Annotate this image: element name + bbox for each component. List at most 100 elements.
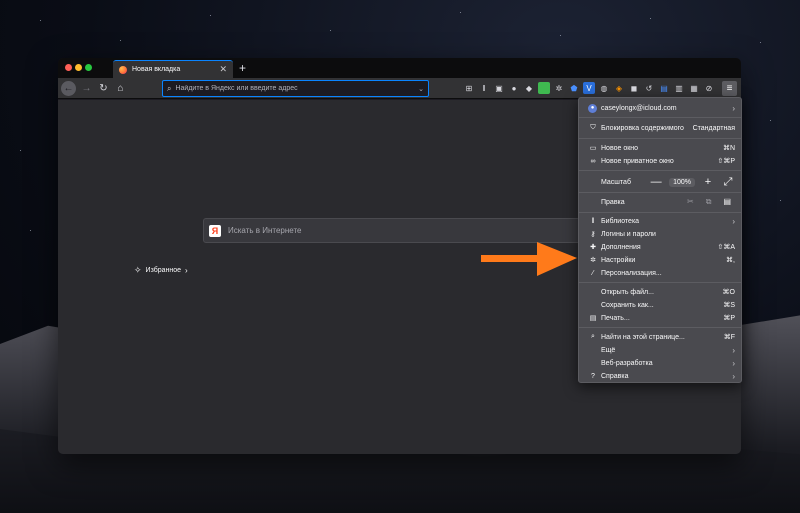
paintbrush-icon: ⁄ bbox=[592, 269, 594, 277]
extension-screen-icon[interactable]: ▦ bbox=[688, 82, 700, 94]
menu-divider bbox=[579, 192, 741, 193]
reload-icon[interactable]: ↻ bbox=[96, 81, 111, 96]
url-input[interactable] bbox=[175, 85, 419, 92]
orange-pointer-arrow-icon bbox=[481, 242, 577, 276]
extension-circle-icon[interactable]: ◍ bbox=[598, 82, 610, 94]
menu-item-customize[interactable]: ⁄ Персонализация... bbox=[579, 267, 741, 279]
account-icon[interactable]: ● bbox=[508, 82, 520, 94]
menu-divider bbox=[579, 170, 741, 171]
menu-divider bbox=[579, 138, 741, 139]
library-icon[interactable]: ‖ bbox=[478, 82, 490, 94]
extension-orange-icon[interactable]: ◈ bbox=[613, 82, 625, 94]
menu-item-save-page[interactable]: · Сохранить как... ⌘S bbox=[579, 299, 741, 311]
extension-refresh-icon[interactable]: ↺ bbox=[643, 82, 655, 94]
menu-item-label: Персонализация... bbox=[601, 269, 662, 277]
back-icon[interactable]: ← bbox=[61, 81, 76, 96]
window-icon: ▭ bbox=[589, 145, 597, 152]
favorites-section[interactable]: ✧ Избранное › bbox=[134, 265, 188, 276]
extension-tab-icon[interactable]: ▥ bbox=[673, 82, 685, 94]
chevron-right-icon: › bbox=[732, 371, 735, 381]
extension-shield-icon[interactable]: ⬟ bbox=[568, 82, 580, 94]
close-window-button[interactable] bbox=[65, 64, 72, 71]
menu-item-help[interactable]: ? Справка › bbox=[579, 370, 741, 382]
menu-divider bbox=[579, 212, 741, 213]
chevron-right-icon: › bbox=[185, 266, 188, 275]
new-tab-button[interactable]: + bbox=[239, 60, 246, 76]
blocking-level: Стандартная bbox=[692, 124, 735, 132]
sparkle-icon: ✧ bbox=[134, 265, 142, 275]
chevron-right-icon: › bbox=[732, 216, 735, 226]
menu-item-label: Справка bbox=[601, 372, 629, 380]
menu-item-label: Найти на этой странице... bbox=[601, 333, 685, 341]
menu-item-label: Печать... bbox=[601, 314, 630, 322]
address-bar[interactable]: ⌕ ⌄ bbox=[162, 80, 429, 97]
menu-item-edit: · Правка ✂ ⧉ ▤ bbox=[579, 195, 741, 209]
menu-item-label: Правка bbox=[601, 198, 625, 206]
shortcut: ⇧⌘A bbox=[717, 244, 735, 251]
menu-item-print[interactable]: ▤ Печать... ⌘P bbox=[579, 312, 741, 324]
toolbar-extensions: ⊞ ‖ ▣ ● ◆ ✲ ⬟ V ◍ ◈ ◼ ↺ ▤ ▥ ▦ ⊘ bbox=[463, 82, 715, 94]
minimize-window-button[interactable] bbox=[75, 64, 82, 71]
menu-item-preferences[interactable]: ✲ Настройки ⌘, bbox=[579, 254, 741, 266]
menu-item-label: Масштаб bbox=[601, 178, 631, 186]
account-avatar-icon: ● bbox=[588, 103, 597, 113]
yandex-logo-icon: Я bbox=[209, 224, 221, 237]
cut-icon[interactable]: ✂ bbox=[687, 197, 694, 207]
menu-item-web-developer[interactable]: · Веб-разработка › bbox=[579, 357, 741, 369]
chevron-right-icon: › bbox=[732, 345, 735, 355]
extension-blue-icon[interactable]: ▤ bbox=[658, 82, 670, 94]
menu-item-label: Блокировка содержимого bbox=[601, 124, 684, 132]
menu-item-open-file[interactable]: · Открыть файл... ⌘O bbox=[579, 286, 741, 298]
tab-bar: Новая вкладка ✕ + bbox=[58, 58, 741, 78]
chevron-down-icon[interactable]: ⌄ bbox=[418, 85, 424, 93]
search-icon: ⌕ bbox=[591, 333, 595, 340]
menu-item-label: Настройки bbox=[601, 256, 636, 264]
extension-dark-icon[interactable]: ◼ bbox=[628, 82, 640, 94]
tab-title: Новая вкладка bbox=[132, 66, 181, 73]
menu-item-new-window[interactable]: ▭ Новое окно ⌘N bbox=[579, 142, 741, 154]
extension-green-icon[interactable] bbox=[538, 82, 550, 94]
sidebar-icon[interactable]: ▣ bbox=[493, 82, 505, 94]
home-icon[interactable]: ⌂ bbox=[113, 81, 128, 96]
menu-item-logins[interactable]: ⚷ Логины и пароли bbox=[579, 228, 741, 240]
menu-item-content-blocking[interactable]: ⛉ Блокировка содержимого Стандартная bbox=[579, 122, 741, 134]
menu-item-label: Новое окно bbox=[601, 144, 639, 152]
search-icon: ⌕ bbox=[167, 83, 172, 93]
hamburger-menu-icon[interactable]: ≡ bbox=[722, 81, 737, 96]
close-tab-icon[interactable]: ✕ bbox=[219, 65, 227, 74]
menu-item-private-window[interactable]: ∞ Новое приватное окно ⇧⌘P bbox=[579, 155, 741, 167]
shortcut: ⌘F bbox=[723, 334, 735, 341]
zoom-window-button[interactable] bbox=[85, 64, 92, 71]
extension-ublock-icon[interactable]: ◆ bbox=[523, 82, 535, 94]
gear-icon: ✲ bbox=[590, 257, 596, 264]
account-email: caseylongx@icloud.com bbox=[601, 104, 677, 112]
paste-icon[interactable]: ▤ bbox=[723, 197, 731, 207]
history-sidebar-icon[interactable]: ⊞ bbox=[463, 82, 475, 94]
extension-gear-icon[interactable]: ✲ bbox=[553, 82, 565, 94]
fullscreen-icon[interactable]: ⤢ bbox=[721, 176, 735, 189]
shortcut: ⌘S bbox=[723, 302, 735, 309]
navigation-toolbar: ← → ↻ ⌂ ⌕ ⌄ ⊞ ‖ ▣ ● ◆ ✲ ⬟ V ◍ ◈ ◼ ↺ ▤ ▥ … bbox=[58, 78, 741, 99]
menu-item-zoom: · Масштаб — 100% + ⤢ bbox=[579, 175, 741, 189]
menu-item-addons[interactable]: ✚ Дополнения ⇧⌘A bbox=[579, 241, 741, 253]
menu-item-find[interactable]: ⌕ Найти на этой странице... ⌘F bbox=[579, 331, 741, 343]
tab-new-tab[interactable]: Новая вкладка ✕ bbox=[113, 60, 233, 78]
menu-divider bbox=[579, 282, 741, 283]
menu-divider bbox=[579, 117, 741, 118]
shortcut: ⌘N bbox=[722, 145, 735, 152]
zoom-reset-button[interactable]: 100% bbox=[669, 177, 695, 187]
menu-item-label: Открыть файл... bbox=[601, 288, 654, 296]
menu-item-more[interactable]: · Ещё › bbox=[579, 344, 741, 356]
extension-red-circle-icon[interactable]: ⊘ bbox=[703, 82, 715, 94]
menu-item-account[interactable]: ● caseylongx@icloud.com › bbox=[579, 102, 741, 114]
menu-item-library[interactable]: ‖ Библиотека › bbox=[579, 215, 741, 227]
menu-item-label: Сохранить как... bbox=[601, 301, 654, 309]
web-search-input[interactable] bbox=[228, 226, 587, 235]
copy-icon[interactable]: ⧉ bbox=[706, 197, 712, 207]
extension-vpn-icon[interactable]: V bbox=[583, 82, 595, 94]
forward-icon[interactable]: → bbox=[79, 81, 94, 96]
zoom-in-button[interactable]: + bbox=[701, 176, 715, 188]
shield-icon: ⛉ bbox=[590, 124, 596, 131]
zoom-out-button[interactable]: — bbox=[649, 176, 663, 188]
help-icon: ? bbox=[591, 372, 595, 380]
